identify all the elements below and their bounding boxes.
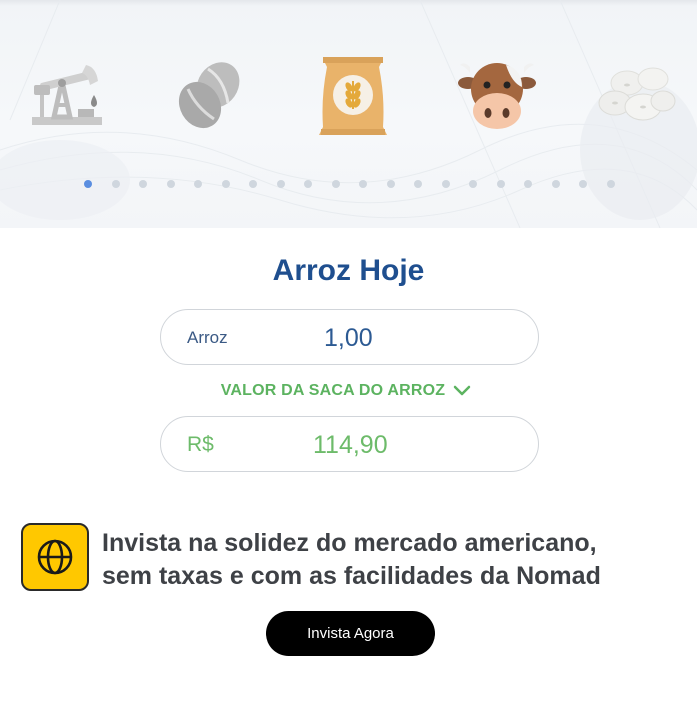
carousel-item-cattle[interactable] (455, 52, 539, 138)
carousel-dot[interactable] (84, 180, 92, 188)
carousel-pagination (84, 180, 634, 188)
carousel-dot[interactable] (469, 180, 477, 188)
coffee-beans-icon (178, 62, 240, 129)
carousel-dot[interactable] (579, 180, 587, 188)
carousel-dot[interactable] (551, 180, 560, 188)
cow-icon (458, 63, 536, 129)
promo-badge (21, 523, 89, 591)
white-beans-icon (598, 67, 676, 121)
carousel-item-coffee[interactable] (168, 52, 252, 138)
carousel-dot[interactable] (386, 180, 395, 188)
quantity-field[interactable]: Arroz 1,00 (160, 309, 539, 365)
currency-label: R$ (187, 433, 214, 456)
carousel-dot[interactable] (221, 180, 230, 188)
carousel-dot[interactable] (441, 180, 450, 188)
price-output[interactable]: 114,90 (313, 417, 388, 473)
quantity-label: Arroz (187, 328, 228, 347)
carousel-dot[interactable] (276, 180, 285, 188)
carousel-dot[interactable] (249, 180, 257, 188)
carousel-dot[interactable] (359, 180, 367, 188)
carousel-dot[interactable] (111, 180, 120, 188)
chevron-down-icon (453, 385, 471, 397)
carousel-item-rice[interactable] (311, 52, 395, 138)
globe-icon (37, 539, 73, 575)
carousel-dot[interactable] (304, 180, 312, 188)
quantity-input[interactable]: 1,00 (324, 310, 373, 366)
carousel-item-oil[interactable] (24, 52, 108, 138)
promo-line-1: Invista na solidez do mercado americano, (102, 529, 597, 557)
carousel-item-beans[interactable] (597, 52, 681, 138)
commodity-carousel (0, 0, 697, 228)
oil-pump-icon (32, 65, 102, 125)
carousel-dot[interactable] (166, 180, 175, 188)
carousel-dot[interactable] (194, 180, 202, 188)
promo-headline: Invista na solidez do mercado americano,… (102, 527, 682, 593)
grain-sack-icon (319, 57, 387, 135)
carousel-dot[interactable] (606, 180, 615, 188)
carousel-dot[interactable] (414, 180, 422, 188)
promo-line-2: sem taxas e com as facilidades da Nomad (102, 562, 601, 590)
unit-selector[interactable]: VALOR DA SACA DO ARROZ (0, 380, 697, 402)
invest-now-button[interactable]: Invista Agora (266, 611, 435, 656)
carousel-dot[interactable] (331, 180, 340, 188)
carousel-dot[interactable] (524, 180, 532, 188)
price-field[interactable]: R$ 114,90 (160, 416, 539, 472)
carousel-dot[interactable] (139, 180, 147, 188)
carousel-dot[interactable] (496, 180, 505, 188)
unit-selector-label: VALOR DA SACA DO ARROZ (220, 382, 446, 399)
page-title: Arroz Hoje (272, 254, 425, 287)
